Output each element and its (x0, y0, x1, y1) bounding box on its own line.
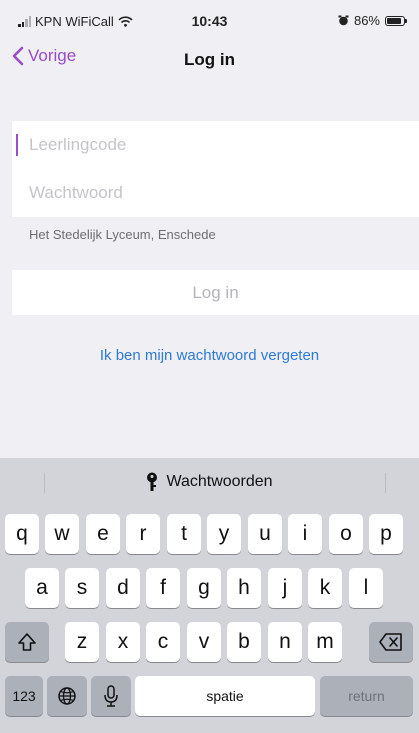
key-z[interactable]: z (65, 622, 99, 662)
key-icon (147, 472, 158, 491)
key-q[interactable]: q (5, 514, 39, 554)
alarm-icon (338, 15, 349, 26)
key-o[interactable]: o (329, 514, 363, 554)
key-y[interactable]: y (207, 514, 241, 554)
key-p[interactable]: p (369, 514, 403, 554)
shift-key[interactable] (5, 622, 49, 662)
battery-percentage: 86% (353, 13, 380, 28)
key-x[interactable]: x (106, 622, 140, 662)
key-i[interactable]: i (288, 514, 322, 554)
key-s[interactable]: s (65, 568, 99, 608)
key-e[interactable]: e (86, 514, 120, 554)
globe-key[interactable] (47, 676, 87, 716)
microphone-key[interactable] (91, 676, 131, 716)
return-key[interactable]: return (320, 676, 413, 716)
suggestion-bar: Wachtwoorden (0, 458, 419, 508)
passwords-button[interactable]: Wachtwoorden (0, 472, 419, 492)
key-d[interactable]: d (106, 568, 140, 608)
backspace-key[interactable] (369, 622, 413, 662)
key-j[interactable]: j (268, 568, 302, 608)
navigation-bar: Vorige Log in (0, 38, 419, 82)
microphone-icon (104, 685, 118, 707)
forgot-password-link[interactable]: Ik ben mijn wachtwoord vergeten (0, 347, 419, 364)
key-a[interactable]: a (25, 568, 59, 608)
key-r[interactable]: r (126, 514, 160, 554)
key-b[interactable]: b (227, 622, 261, 662)
key-k[interactable]: k (308, 568, 342, 608)
key-l[interactable]: l (349, 568, 383, 608)
key-h[interactable]: h (227, 568, 261, 608)
password-field[interactable] (12, 169, 419, 217)
key-v[interactable]: v (187, 622, 221, 662)
key-t[interactable]: t (167, 514, 201, 554)
key-w[interactable]: w (45, 514, 79, 554)
key-n[interactable]: n (268, 622, 302, 662)
battery-icon (385, 15, 407, 26)
status-right: 86% (338, 13, 407, 28)
space-key[interactable]: spatie (135, 676, 315, 716)
shift-icon (18, 633, 36, 651)
key-m[interactable]: m (308, 622, 342, 662)
key-c[interactable]: c (146, 622, 180, 662)
backspace-icon (379, 633, 402, 651)
text-cursor (16, 134, 18, 156)
status-bar: KPN WiFiCall 10:43 86% (0, 0, 419, 38)
username-field[interactable] (12, 121, 419, 169)
key-g[interactable]: g (187, 568, 221, 608)
battery-fill (387, 17, 401, 24)
key-f[interactable]: f (146, 568, 180, 608)
school-name: Het Stedelijk Lyceum, Enschede (29, 227, 216, 242)
passwords-label: Wachtwoorden (166, 473, 273, 490)
globe-icon (58, 687, 76, 705)
page-title: Log in (184, 50, 235, 69)
keyboard: Wachtwoorden q w e r t y u i o p a s d f… (0, 458, 419, 733)
login-button[interactable]: Log in (12, 270, 419, 315)
key-u[interactable]: u (248, 514, 282, 554)
numbers-key[interactable]: 123 (5, 676, 43, 716)
login-form (12, 121, 419, 217)
